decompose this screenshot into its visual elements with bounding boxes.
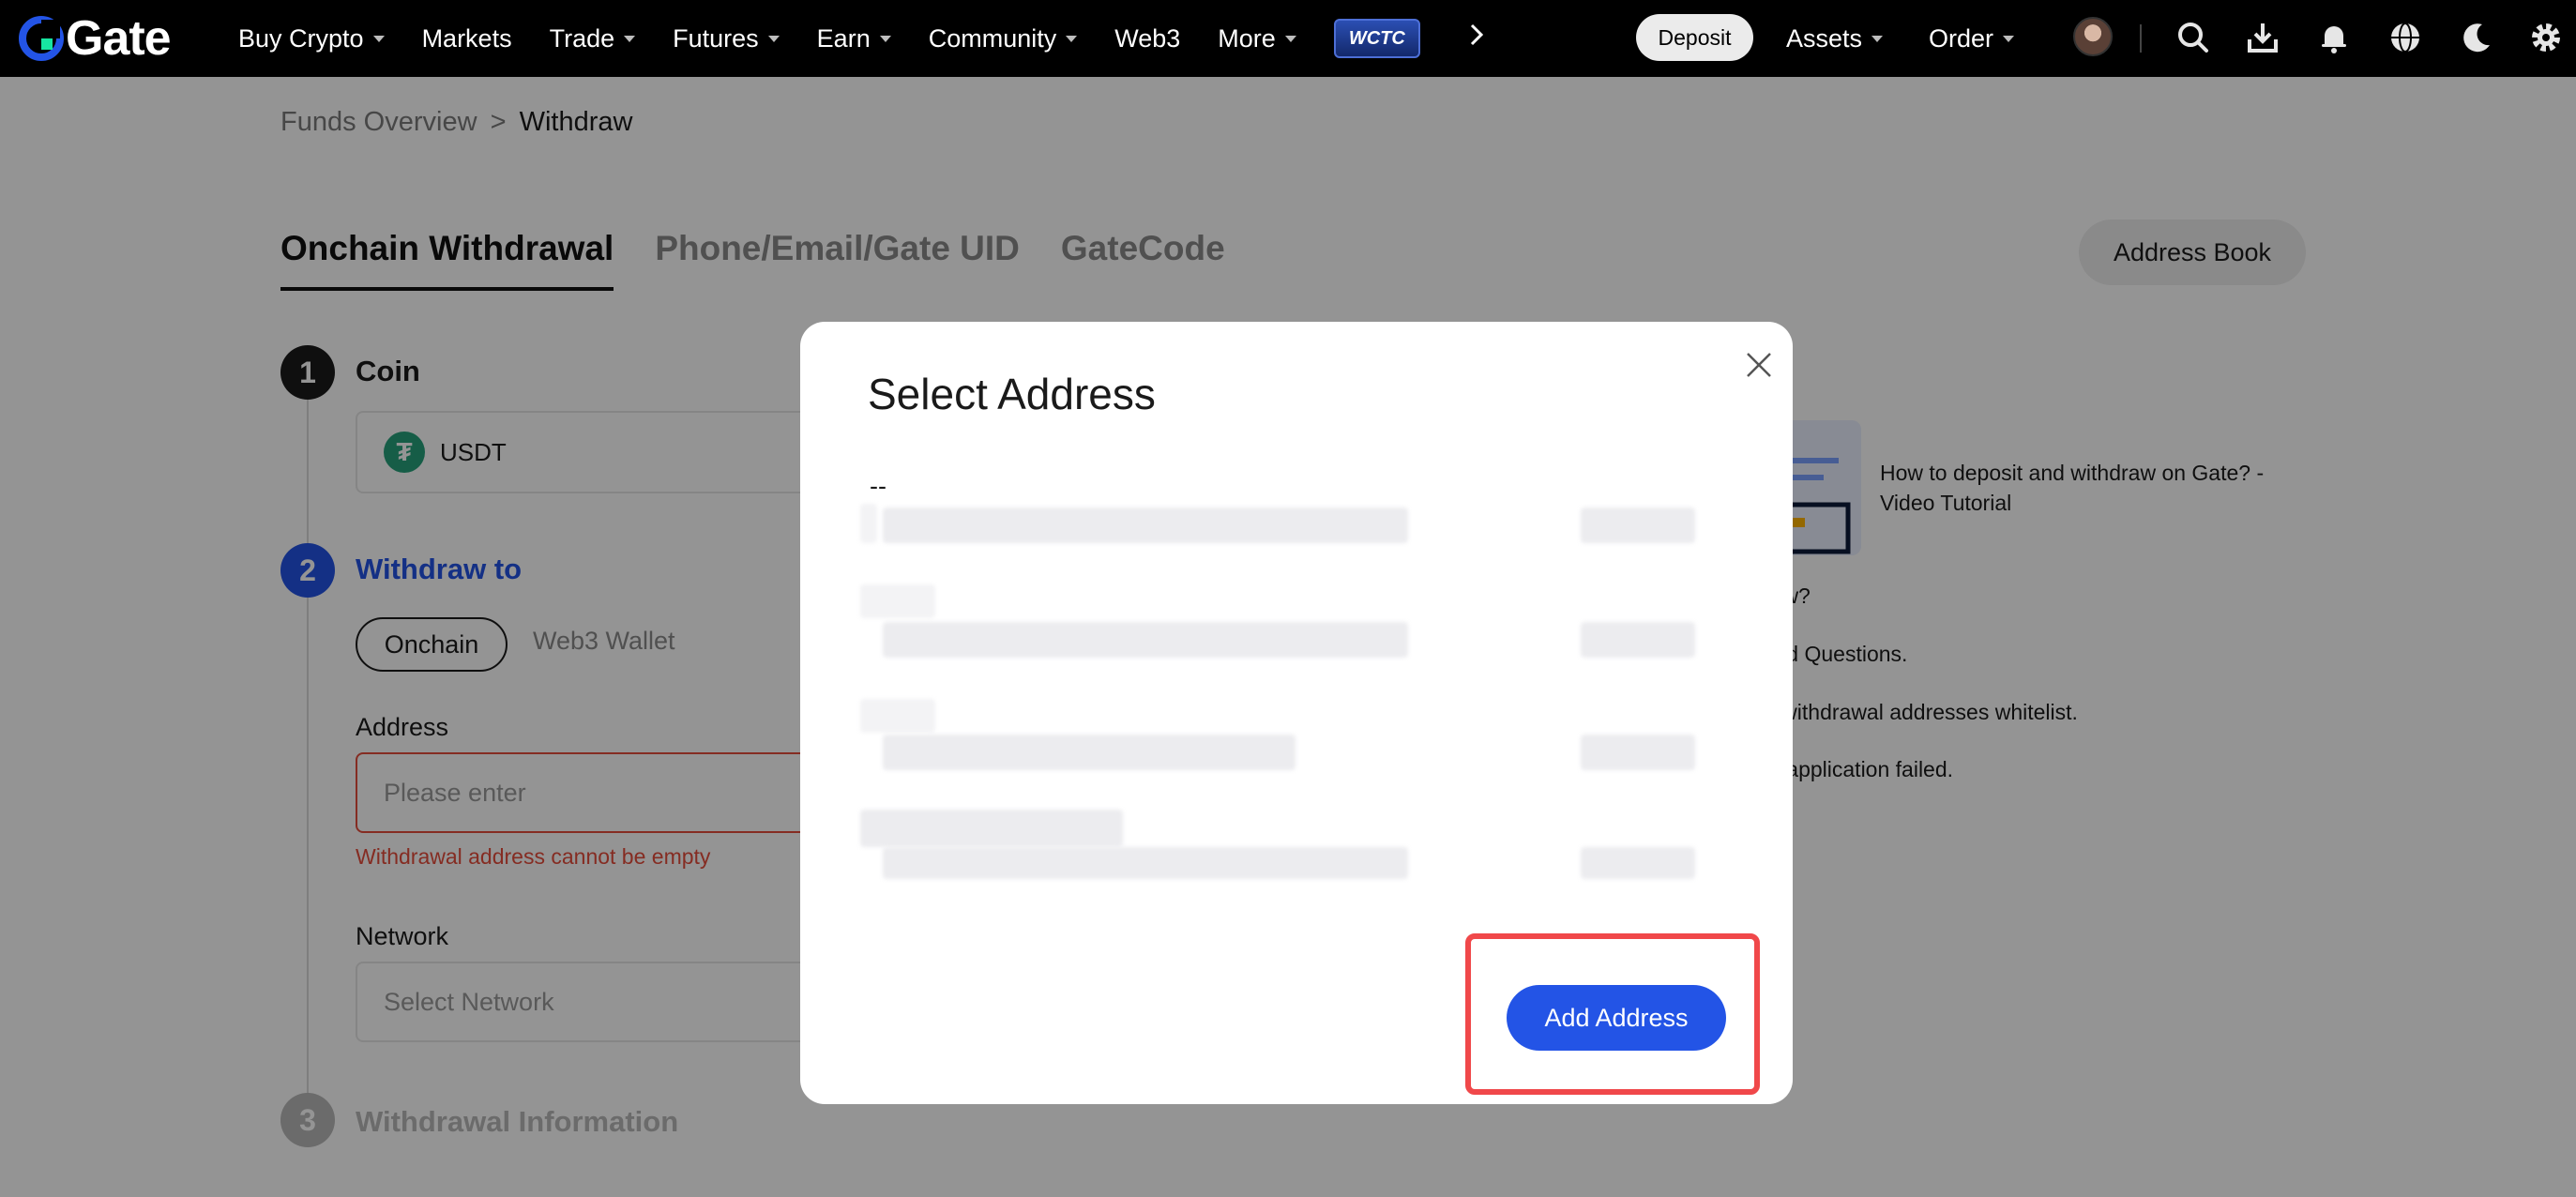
nav-community-label: Community: [928, 23, 1057, 53]
caret-down-icon: [624, 35, 636, 42]
bell-icon[interactable]: [2315, 19, 2353, 56]
main-menu: Buy Crypto Markets Trade Futures Earn Co…: [238, 0, 1486, 77]
nav-scroll-right-icon[interactable]: [1467, 22, 1486, 55]
globe-icon[interactable]: [2387, 19, 2424, 56]
nav-more[interactable]: More: [1218, 24, 1296, 53]
redacted-address: [883, 847, 1408, 879]
nav-community[interactable]: Community: [929, 24, 1078, 53]
caret-down-icon: [2003, 35, 2015, 42]
modal-title: Select Address: [868, 370, 1156, 418]
deposit-button[interactable]: Deposit: [1636, 14, 1753, 61]
gate-logo[interactable]: Gate: [19, 11, 172, 66]
caret-down-icon: [1066, 35, 1078, 42]
redacted-tag: [1581, 847, 1695, 879]
redacted-label: [860, 699, 935, 733]
caret-down-icon: [879, 35, 891, 42]
redacted-address: [883, 735, 1296, 770]
caret-down-icon: [372, 35, 385, 42]
nav-web3-label: Web3: [1114, 23, 1181, 53]
nav-futures[interactable]: Futures: [673, 24, 780, 53]
caret-down-icon: [1284, 35, 1296, 42]
moon-icon[interactable]: [2458, 19, 2495, 56]
redacted-address: [883, 622, 1408, 658]
nav-buy-crypto[interactable]: Buy Crypto: [238, 24, 385, 53]
nav-earn-label: Earn: [816, 23, 871, 53]
redacted-label: [860, 810, 1123, 847]
nav-buy-crypto-label: Buy Crypto: [238, 23, 364, 53]
select-address-modal: Select Address -- Add Address: [800, 322, 1793, 1104]
download-icon[interactable]: [2244, 19, 2281, 56]
nav-futures-label: Futures: [673, 23, 759, 53]
redacted-block: [860, 504, 877, 543]
nav-web3[interactable]: Web3: [1114, 24, 1180, 53]
address-row-label: --: [870, 472, 886, 500]
nav-assets[interactable]: Assets: [1786, 0, 1884, 77]
nav-order-label: Order: [1929, 23, 1994, 53]
nav-earn[interactable]: Earn: [817, 24, 891, 53]
top-navbar: Gate Buy Crypto Markets Trade Futures Ea…: [0, 0, 2576, 77]
gear-icon[interactable]: [2527, 19, 2565, 56]
caret-down-icon: [1871, 35, 1884, 42]
redacted-label: [860, 584, 935, 618]
nav-order[interactable]: Order: [1929, 0, 2015, 77]
wctc-promo-badge[interactable]: WCTC: [1333, 19, 1420, 58]
caret-down-icon: [767, 35, 780, 42]
gate-logo-icon: [19, 16, 64, 61]
nav-markets[interactable]: Markets: [422, 24, 512, 53]
nav-more-label: More: [1218, 23, 1276, 53]
nav-trade[interactable]: Trade: [550, 24, 636, 53]
nav-divider: [2140, 24, 2142, 53]
redacted-tag: [1581, 622, 1695, 658]
logo-text: Gate: [66, 11, 172, 66]
avatar[interactable]: [2073, 17, 2113, 56]
redacted-tag: [1581, 508, 1695, 543]
nav-markets-label: Markets: [421, 23, 512, 53]
nav-assets-label: Assets: [1786, 23, 1863, 53]
add-address-button[interactable]: Add Address: [1507, 985, 1726, 1051]
close-icon[interactable]: [1738, 344, 1780, 386]
redacted-address: [883, 508, 1408, 543]
search-icon[interactable]: [2174, 19, 2212, 56]
redacted-tag: [1581, 735, 1695, 770]
nav-trade-label: Trade: [549, 23, 615, 53]
